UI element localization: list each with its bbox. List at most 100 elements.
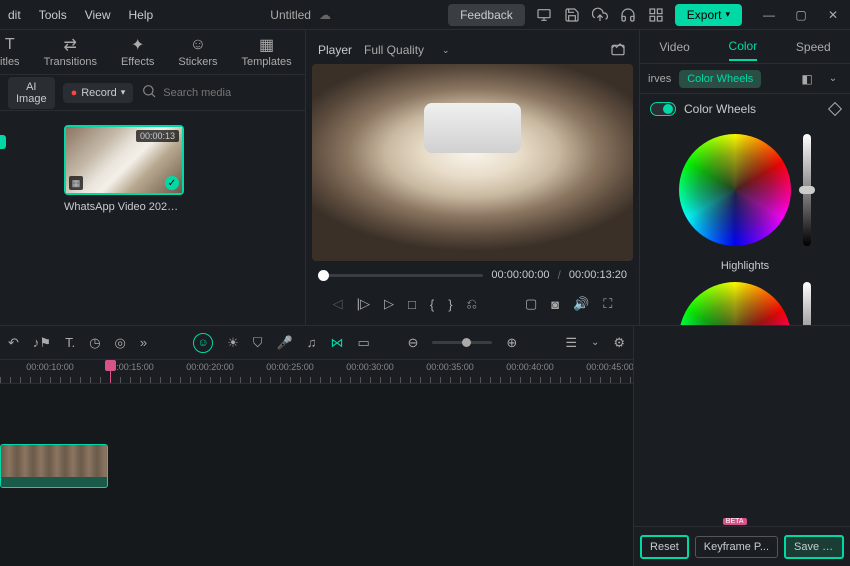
text-tool-icon[interactable]: T. bbox=[65, 335, 75, 350]
quality-selector[interactable]: Full Quality⌄ bbox=[364, 43, 450, 57]
link-icon[interactable]: ⋈ bbox=[330, 335, 343, 351]
ruler-mark: 00:00:35:00 bbox=[426, 362, 474, 372]
top-menu-bar: dit Tools View Help Untitled ☁ Feedback … bbox=[0, 0, 850, 30]
properties-footer: Reset BETA Keyframe P... Save as cu... bbox=[634, 526, 850, 566]
layout-toggle-icon[interactable]: ◧ bbox=[798, 70, 816, 88]
marker-icon[interactable]: ⎌ bbox=[467, 296, 477, 312]
tab-effects[interactable]: ✦Effects bbox=[121, 36, 154, 68]
midtones-luminance-slider[interactable] bbox=[803, 282, 811, 325]
chevron-down-icon: ⌄ bbox=[442, 45, 450, 56]
mark-out-icon[interactable]: } bbox=[448, 297, 452, 312]
window-maximize-icon[interactable]: ▢ bbox=[792, 6, 810, 24]
more-tools-icon[interactable]: » bbox=[140, 335, 147, 350]
display-icon[interactable]: ▢ bbox=[525, 296, 537, 312]
cloud-sync-icon[interactable]: ☁ bbox=[319, 8, 331, 22]
tab-templates[interactable]: ▦Templates bbox=[242, 36, 292, 68]
fullscreen-icon[interactable]: ⛶ bbox=[603, 296, 612, 312]
menu-edit[interactable]: dit bbox=[8, 8, 21, 22]
stop-icon[interactable]: □ bbox=[408, 297, 416, 312]
ai-image-button[interactable]: AI Image bbox=[8, 77, 55, 109]
save-icon[interactable] bbox=[563, 6, 581, 24]
subtab-colorwheels[interactable]: Color Wheels bbox=[679, 70, 761, 88]
zoom-in-icon[interactable]: ⊕ bbox=[506, 335, 517, 351]
ai-tool-icon[interactable]: ☺ bbox=[193, 333, 213, 353]
right-fill bbox=[634, 326, 850, 526]
stickers-icon: ☺ bbox=[190, 36, 206, 54]
record-button[interactable]: ●Record▾ bbox=[63, 83, 134, 103]
templates-icon: ▦ bbox=[259, 36, 274, 54]
feedback-button[interactable]: Feedback bbox=[448, 4, 525, 26]
chevron-down-icon: ▾ bbox=[725, 9, 730, 20]
marker-tool-icon[interactable]: ♪⚑ bbox=[33, 335, 51, 351]
keyframe-diamond-icon[interactable] bbox=[828, 102, 842, 116]
save-custom-button[interactable]: Save as cu... bbox=[784, 535, 844, 559]
list-view-icon[interactable]: ☰ bbox=[565, 335, 577, 351]
ruler-mark: 00:00:25:00 bbox=[266, 362, 314, 372]
playhead[interactable] bbox=[110, 360, 111, 384]
chevron-down-icon[interactable]: ⌄ bbox=[591, 337, 599, 348]
tab-speed[interactable]: Speed bbox=[796, 34, 831, 60]
timeline-clip[interactable] bbox=[0, 444, 108, 488]
undo-icon[interactable]: ↶ bbox=[8, 335, 19, 351]
time-current: 00:00:00:00 bbox=[491, 269, 549, 281]
category-indicator bbox=[0, 135, 6, 149]
shield-icon[interactable]: ⛉ bbox=[253, 335, 263, 351]
colorwheels-toggle[interactable] bbox=[650, 102, 676, 116]
highlights-color-wheel[interactable] bbox=[679, 134, 791, 246]
highlights-label: Highlights bbox=[721, 260, 769, 272]
keyframe-preset-button[interactable]: Keyframe P... bbox=[695, 536, 778, 558]
window-minimize-icon[interactable]: — bbox=[760, 6, 778, 24]
playback-slider[interactable] bbox=[318, 274, 483, 277]
tab-color[interactable]: Color bbox=[729, 33, 758, 61]
chevron-down-icon[interactable]: ⌄ bbox=[824, 70, 842, 88]
tab-video[interactable]: Video bbox=[659, 34, 689, 60]
midtones-color-wheel[interactable] bbox=[679, 282, 791, 325]
window-close-icon[interactable]: ✕ bbox=[824, 6, 842, 24]
frame-icon[interactable]: ▭ bbox=[357, 335, 369, 351]
export-button[interactable]: Export▾ bbox=[675, 4, 742, 26]
beta-badge: BETA bbox=[723, 518, 747, 525]
mark-in-icon[interactable]: { bbox=[430, 297, 434, 312]
player-viewport[interactable] bbox=[312, 64, 633, 261]
step-back-icon[interactable]: |▷ bbox=[357, 296, 370, 312]
menu-view[interactable]: View bbox=[85, 8, 111, 22]
mask-icon[interactable]: ◎ bbox=[115, 335, 126, 351]
tab-stickers[interactable]: ☺Stickers bbox=[178, 36, 217, 68]
highlights-luminance-slider[interactable] bbox=[803, 134, 811, 246]
ruler-mark: 00:00:45:00 bbox=[586, 362, 633, 372]
camera-icon[interactable]: ◙ bbox=[551, 297, 559, 312]
menu-tools[interactable]: Tools bbox=[39, 8, 67, 22]
video-frame bbox=[312, 64, 633, 261]
timeline-panel: ↶ ♪⚑ T. ◷ ◎ » ☺ ☀ ⛉ 🎤 ♫ ⋈ ▭ ⊖ ⊕ ☰ ⌄ ⚙ 00… bbox=[0, 326, 634, 566]
player-panel: Player Full Quality⌄ 00:00:00:00 / 00:00… bbox=[306, 30, 640, 325]
crop-icon[interactable]: ◷ bbox=[89, 335, 100, 351]
zoom-slider[interactable] bbox=[432, 341, 492, 344]
prev-frame-icon[interactable]: ◁ bbox=[333, 296, 343, 312]
reset-button[interactable]: Reset bbox=[640, 535, 689, 559]
tab-transitions[interactable]: ⇄Transitions bbox=[44, 36, 97, 68]
ruler-mark: 00:00:40:00 bbox=[506, 362, 554, 372]
volume-icon[interactable]: 🔊 bbox=[573, 296, 589, 312]
subtab-curves[interactable]: irves bbox=[648, 73, 671, 85]
cloud-upload-icon[interactable] bbox=[591, 6, 609, 24]
tab-titles[interactable]: Titles bbox=[0, 36, 20, 68]
media-clip[interactable]: 00:00:13 ▦ ✓ bbox=[64, 125, 184, 195]
desktop-icon[interactable] bbox=[535, 6, 553, 24]
grid-apps-icon[interactable] bbox=[647, 6, 665, 24]
snapshot-icon[interactable] bbox=[609, 41, 627, 59]
menu-help[interactable]: Help bbox=[129, 8, 154, 22]
mic-icon[interactable]: 🎤 bbox=[277, 335, 293, 351]
adjust-icon[interactable]: ☀ bbox=[227, 335, 239, 351]
colorwheels-label: Color Wheels bbox=[684, 102, 756, 116]
clip-duration: 00:00:13 bbox=[136, 130, 179, 142]
play-icon[interactable]: ▷ bbox=[384, 296, 394, 312]
settings-icon[interactable]: ⚙ bbox=[613, 335, 625, 351]
zoom-out-icon[interactable]: ⊖ bbox=[408, 335, 419, 351]
search-input[interactable] bbox=[163, 87, 305, 99]
music-icon[interactable]: ♫ bbox=[307, 335, 317, 350]
titles-icon: T bbox=[5, 36, 15, 54]
timeline-tracks[interactable] bbox=[0, 384, 633, 566]
timeline-ruler[interactable]: 00:00:10:00 00:00:15:00 00:00:20:00 00:0… bbox=[0, 360, 633, 384]
project-title-area: Untitled ☁ bbox=[153, 8, 448, 22]
headset-icon[interactable] bbox=[619, 6, 637, 24]
